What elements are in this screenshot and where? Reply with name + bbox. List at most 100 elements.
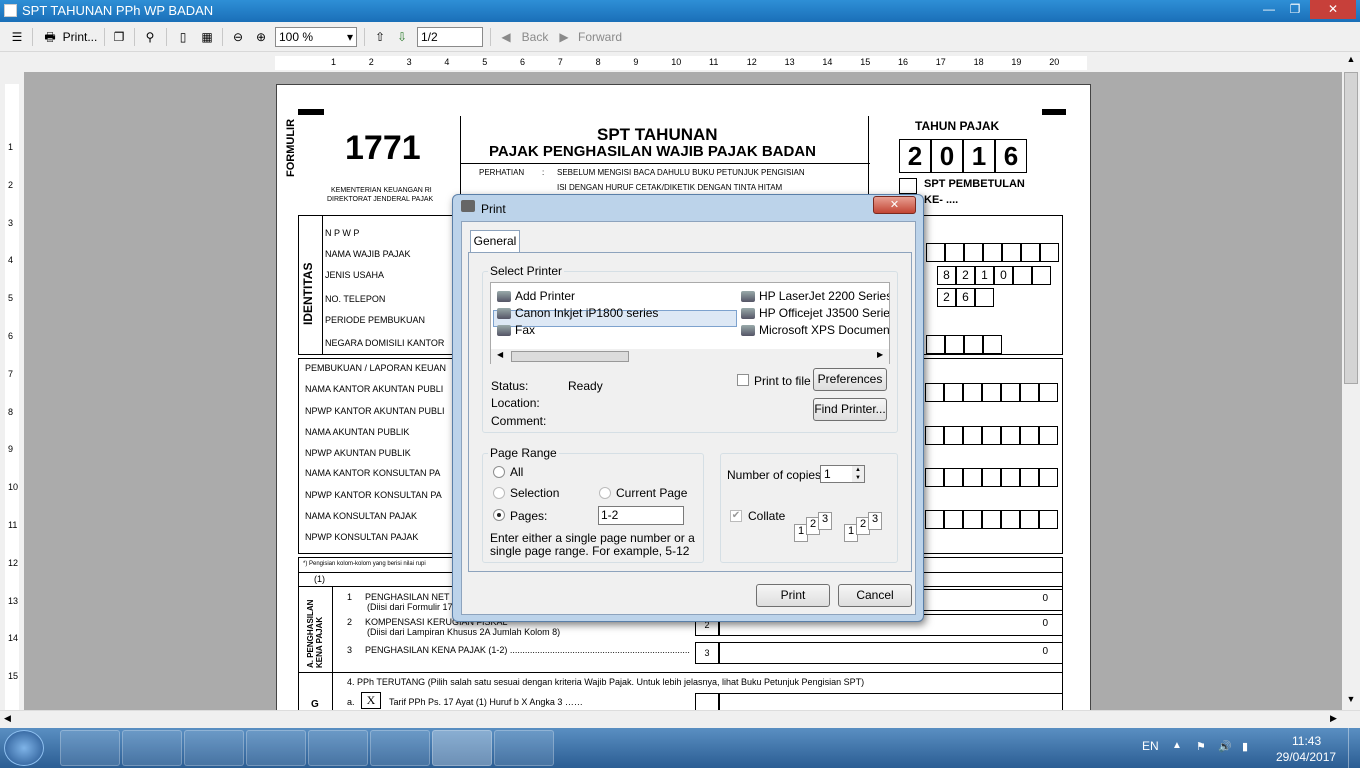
forward-button[interactable]: Forward — [578, 27, 622, 47]
back-icon[interactable]: ◀ — [498, 27, 514, 47]
ruler-mark: 6 — [520, 57, 526, 67]
printer-item[interactable]: HP LaserJet 2200 Series P — [759, 289, 889, 303]
printer-item[interactable]: Add Printer — [515, 289, 575, 303]
action-center-icon[interactable]: ⚑ — [1196, 740, 1206, 753]
list-scroll-left-icon[interactable]: ◀ — [497, 350, 503, 359]
list-scroll-right-icon[interactable]: ▶ — [877, 350, 883, 359]
form-cell — [1001, 426, 1020, 445]
single-page-icon[interactable]: ▯ — [174, 27, 192, 47]
find-printer-button[interactable]: Find Printer... — [813, 398, 887, 421]
form-cell — [926, 243, 945, 262]
zoom-select[interactable]: 100 % ▾ — [275, 27, 357, 47]
back-button[interactable]: Back — [520, 27, 550, 47]
form-cell: 2 — [937, 288, 956, 307]
multi-page-icon[interactable]: ▦ — [198, 27, 216, 47]
row-number: 2 — [347, 617, 353, 627]
form-cell — [1001, 468, 1020, 487]
horizontal-scrollbar[interactable]: ◀ ▶ — [0, 710, 1360, 728]
scroll-right-icon[interactable]: ▶ — [1330, 713, 1337, 724]
explorer-taskbar-icon[interactable] — [60, 730, 120, 766]
copies-spinner[interactable]: ▲ ▼ — [852, 466, 864, 482]
selection-radio[interactable] — [493, 487, 505, 499]
language-indicator[interactable]: EN — [1142, 739, 1159, 753]
find-icon[interactable]: ⚲ — [140, 27, 160, 47]
form-cell: 1 — [975, 266, 994, 285]
form-cell — [925, 383, 944, 402]
word-taskbar-icon[interactable] — [246, 730, 306, 766]
ruler-mark: 8 — [595, 57, 601, 67]
app-taskbar-icon[interactable] — [370, 730, 430, 766]
next-page-icon[interactable]: ⇩ — [394, 27, 410, 47]
pages-radio[interactable] — [493, 509, 505, 521]
preferences-button[interactable]: Preferences — [813, 368, 887, 391]
pembetulan-checkbox — [899, 178, 917, 194]
copy-icon[interactable]: ❐ — [110, 27, 128, 47]
spt-app-taskbar-icon[interactable] — [432, 730, 492, 766]
clock-date[interactable]: 29/04/2017 — [1276, 750, 1336, 764]
form-cell — [945, 243, 964, 262]
vruler-mark: 7 — [8, 368, 14, 379]
app-icon — [4, 4, 17, 17]
chrome-taskbar-icon[interactable] — [308, 730, 368, 766]
prev-page-icon[interactable]: ⇧ — [372, 27, 388, 47]
printer-item[interactable]: Microsoft XPS Documen — [759, 323, 889, 337]
zoom-in-icon[interactable]: ⊕ — [252, 27, 270, 47]
printer-icon — [461, 200, 475, 212]
printer-item[interactable]: Fax — [515, 323, 535, 337]
zoom-out-icon[interactable]: ⊖ — [229, 27, 247, 47]
list-scroll-thumb[interactable] — [511, 351, 629, 362]
current-page-radio[interactable] — [599, 487, 611, 499]
form-cell — [983, 335, 1002, 354]
printer-list[interactable]: Add Printer Canon Inkjet iP1800 series Fax… — [490, 282, 890, 364]
scroll-up-icon[interactable]: ▲ — [1344, 54, 1358, 68]
excel-taskbar-icon[interactable] — [184, 730, 244, 766]
form-cell — [1001, 383, 1020, 402]
print-to-file-checkbox[interactable] — [737, 374, 749, 386]
vruler-mark: 12 — [8, 557, 19, 568]
maximize-button[interactable]: ❐ — [1282, 0, 1308, 19]
forward-icon[interactable]: ▶ — [556, 27, 572, 47]
row-sublabel: (Diisi dari Lampiran Khusus 2A Jumlah Ko… — [367, 627, 561, 637]
volume-icon[interactable]: 🔊 — [1218, 740, 1232, 753]
printer-icon[interactable]: 🖶 — [40, 27, 60, 47]
printer-item[interactable]: Canon Inkjet iP1800 series — [515, 306, 658, 320]
all-radio[interactable] — [493, 466, 505, 478]
ruler-mark: 15 — [860, 57, 871, 67]
identitas-field: NAMA WAJIB PAJAK — [325, 249, 411, 259]
identitas-field: NO. TELEPON — [325, 294, 386, 304]
form-cell — [944, 468, 963, 487]
outline-icon[interactable]: ☰ — [8, 27, 26, 47]
form-cell — [1020, 468, 1039, 487]
form-cell — [1020, 383, 1039, 402]
collate-checkbox[interactable]: ✔ — [730, 510, 742, 522]
printer-icon — [741, 291, 755, 302]
pembukuan-field: NPWP KANTOR AKUNTAN PUBLI — [305, 406, 445, 416]
scroll-down-icon[interactable]: ▼ — [1344, 694, 1358, 708]
print-button[interactable]: Print — [756, 584, 830, 607]
tab-general[interactable]: General — [470, 230, 520, 252]
network-icon[interactable]: ▮ — [1242, 740, 1248, 753]
cancel-button[interactable]: Cancel — [838, 584, 912, 607]
firefox-taskbar-icon[interactable] — [122, 730, 182, 766]
collate-icon: 1 2 3 — [844, 512, 894, 546]
page-field[interactable]: 1/2 — [417, 27, 483, 47]
paint-taskbar-icon[interactable] — [494, 730, 554, 766]
clock-time[interactable]: 11:43 — [1292, 734, 1321, 748]
dialog-close-button[interactable]: ✕ — [873, 196, 916, 214]
vruler-mark: 6 — [8, 331, 14, 341]
start-button[interactable] — [4, 730, 44, 766]
collate-label: Collate — [748, 509, 786, 523]
add-printer-icon — [497, 291, 511, 302]
vertical-scrollbar[interactable]: ▲ ▼ — [1342, 52, 1360, 710]
close-button[interactable]: ✕ — [1310, 0, 1356, 19]
print-button[interactable]: Print... — [62, 27, 98, 47]
pages-input[interactable]: 1-2 — [598, 506, 684, 525]
pembukuan-field: NPWP AKUNTAN PUBLIK — [305, 448, 411, 458]
scroll-thumb[interactable] — [1344, 72, 1358, 384]
minimize-button[interactable]: — — [1256, 0, 1282, 19]
form-cell — [1039, 426, 1058, 445]
printer-item[interactable]: HP Officejet J3500 Series — [759, 306, 889, 320]
tray-arrow-icon[interactable]: ▲ — [1172, 740, 1182, 751]
show-desktop-button[interactable] — [1348, 728, 1360, 768]
scroll-left-icon[interactable]: ◀ — [4, 713, 11, 724]
